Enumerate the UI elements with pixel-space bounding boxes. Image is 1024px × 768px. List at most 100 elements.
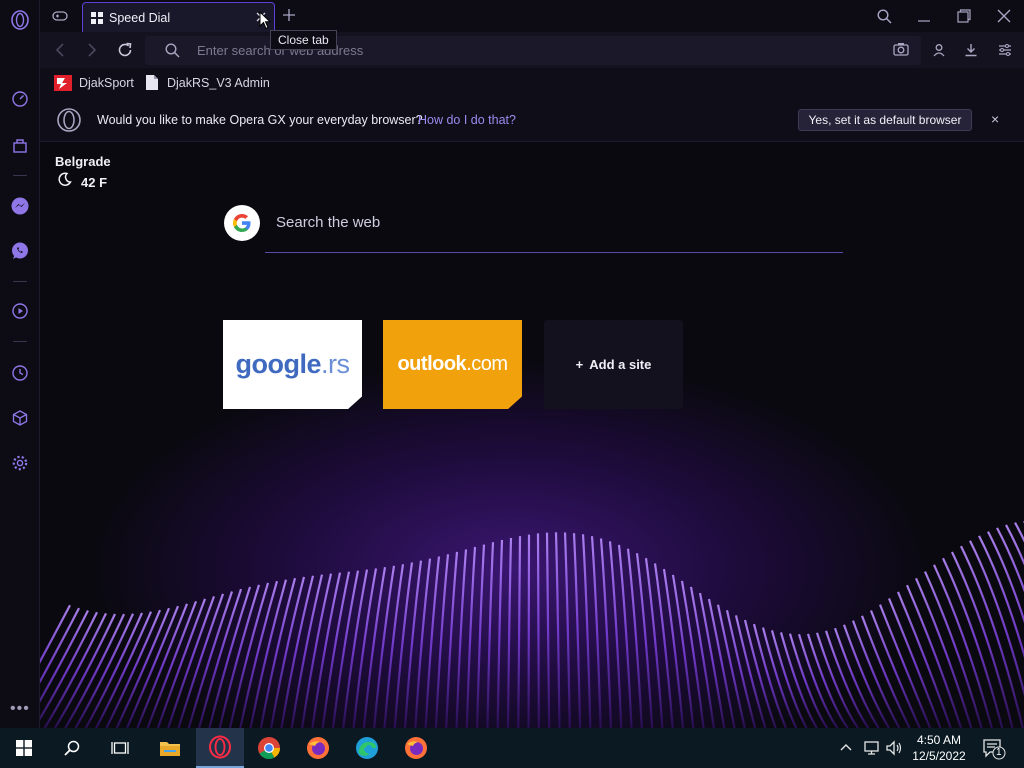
close-banner-icon[interactable]: × [991, 111, 999, 127]
weather-temperature: 42 F [81, 175, 108, 190]
new-tab-button[interactable] [282, 6, 296, 27]
chrome-icon[interactable] [245, 728, 293, 768]
outlook-tile-label: outlook.com [397, 353, 508, 375]
wave-line [177, 593, 225, 728]
downloads-icon[interactable] [962, 41, 980, 59]
omnibox[interactable] [145, 36, 921, 65]
messenger-icon[interactable] [8, 194, 32, 218]
speed-dial-page: Would you like to make Opera GX your eve… [40, 98, 1024, 728]
wave-line [496, 539, 504, 728]
wave-line [403, 560, 423, 728]
notifications-icon[interactable]: 1 [982, 738, 1006, 763]
wave-line [978, 535, 1024, 659]
wave-line [662, 568, 685, 728]
bookmark-label: DjakRS_V3 Admin [167, 75, 270, 90]
how-do-i-link[interactable]: How do I do that? [418, 113, 516, 127]
screen: ••• Speed Dial Close tab Enter search or… [0, 0, 1024, 768]
sidebar-divider [13, 341, 27, 342]
volume-icon[interactable] [885, 740, 903, 759]
file-explorer-icon[interactable] [146, 728, 194, 768]
edge-icon[interactable] [343, 728, 391, 768]
bookmark-djaksport[interactable]: DjakSport [54, 75, 134, 91]
tab-bar: Speed Dial [40, 0, 1024, 32]
default-browser-banner: Would you like to make Opera GX your eve… [40, 98, 1024, 142]
wave-line [572, 533, 582, 728]
search-tabs-icon[interactable] [873, 6, 895, 26]
wave-line [951, 551, 1014, 728]
wave-line [517, 536, 522, 728]
wave-line [434, 554, 450, 728]
history-clock-icon[interactable] [8, 361, 32, 385]
add-site-label: Add a site [589, 357, 652, 372]
easy-setup-icon[interactable] [996, 41, 1014, 59]
wave-line [599, 538, 613, 728]
opera-gx-taskbar-icon[interactable] [196, 728, 244, 768]
firefox-icon[interactable] [294, 728, 342, 768]
bookmark-djakrs-admin[interactable]: DjakRS_V3 Admin [146, 75, 270, 90]
moon-icon [58, 172, 72, 186]
clock-time: 4:50 AM [916, 733, 962, 747]
windows-taskbar: 4:50 AM 12/5/2022 1 [0, 728, 1024, 768]
google-logo-icon[interactable] [224, 205, 260, 241]
set-default-button[interactable]: Yes, set it as default browser [798, 109, 972, 131]
wave-line [590, 536, 602, 728]
minimize-button[interactable] [913, 6, 935, 26]
restore-button[interactable] [953, 6, 975, 26]
account-icon[interactable] [930, 41, 948, 59]
wave-line [383, 564, 405, 728]
more-options-icon[interactable]: ••• [10, 700, 30, 718]
wave-line [506, 537, 513, 728]
wave-line [563, 532, 571, 728]
system-clock[interactable]: 4:50 AM 12/5/2022 [906, 732, 972, 764]
network-icon[interactable] [862, 740, 880, 759]
wave-line [475, 544, 486, 728]
wave-line [249, 579, 288, 728]
sidebar-divider [13, 175, 27, 176]
wave-line [218, 584, 261, 728]
wave-line [455, 549, 468, 728]
opera-menu-icon[interactable] [8, 8, 32, 32]
tab-speed-dial[interactable]: Speed Dial [82, 2, 275, 32]
task-view-icon[interactable] [96, 728, 144, 768]
gx-controller-icon[interactable] [48, 6, 72, 26]
taskbar-search-icon[interactable] [48, 728, 96, 768]
wave-line [536, 533, 540, 728]
weather-city: Belgrade [55, 154, 111, 169]
forward-icon[interactable] [83, 41, 101, 59]
page-icon [146, 75, 158, 90]
settings-gear-icon[interactable] [8, 451, 32, 475]
speed-dial-google[interactable]: google.rs [223, 320, 362, 409]
close-tab-tooltip: Close tab [270, 30, 337, 50]
reload-icon[interactable] [116, 41, 134, 59]
wave-line [581, 534, 592, 728]
extensions-cube-icon[interactable] [8, 406, 32, 430]
player-icon[interactable] [8, 299, 32, 323]
windows-start-icon[interactable] [0, 728, 48, 768]
plus-icon: + [575, 357, 584, 372]
shopping-bag-icon[interactable] [8, 133, 32, 157]
show-hidden-icons-chevron[interactable] [839, 740, 853, 757]
wave-line [393, 562, 414, 728]
google-tile-label: google.rs [235, 349, 350, 379]
opera-gx-logo-icon [57, 108, 81, 132]
wave-line [545, 532, 551, 728]
notification-count: 1 [996, 747, 1002, 758]
speed-dial-outlook[interactable]: outlook.com [383, 320, 522, 409]
bookmarks-bar: DjakSport DjakRS_V3 Admin [40, 68, 1024, 98]
djaksport-favicon-icon [54, 75, 72, 91]
clock-date: 12/5/2022 [912, 749, 966, 763]
wave-line [373, 565, 396, 728]
wave-line [554, 532, 561, 728]
mouse-cursor-icon [259, 11, 271, 30]
snapshot-camera-icon[interactable] [893, 42, 909, 56]
speedometer-icon[interactable] [8, 87, 32, 111]
bookmark-label: DjakSport [79, 76, 134, 90]
whatsapp-icon[interactable] [8, 239, 32, 263]
firefox-icon-2[interactable] [392, 728, 440, 768]
close-window-button[interactable] [993, 6, 1015, 26]
search-web-field[interactable]: Search the web [276, 214, 380, 231]
search-icon [165, 43, 180, 58]
add-site-button[interactable]: + Add a site [544, 320, 683, 409]
back-icon[interactable] [51, 41, 69, 59]
wave-line [445, 551, 459, 728]
